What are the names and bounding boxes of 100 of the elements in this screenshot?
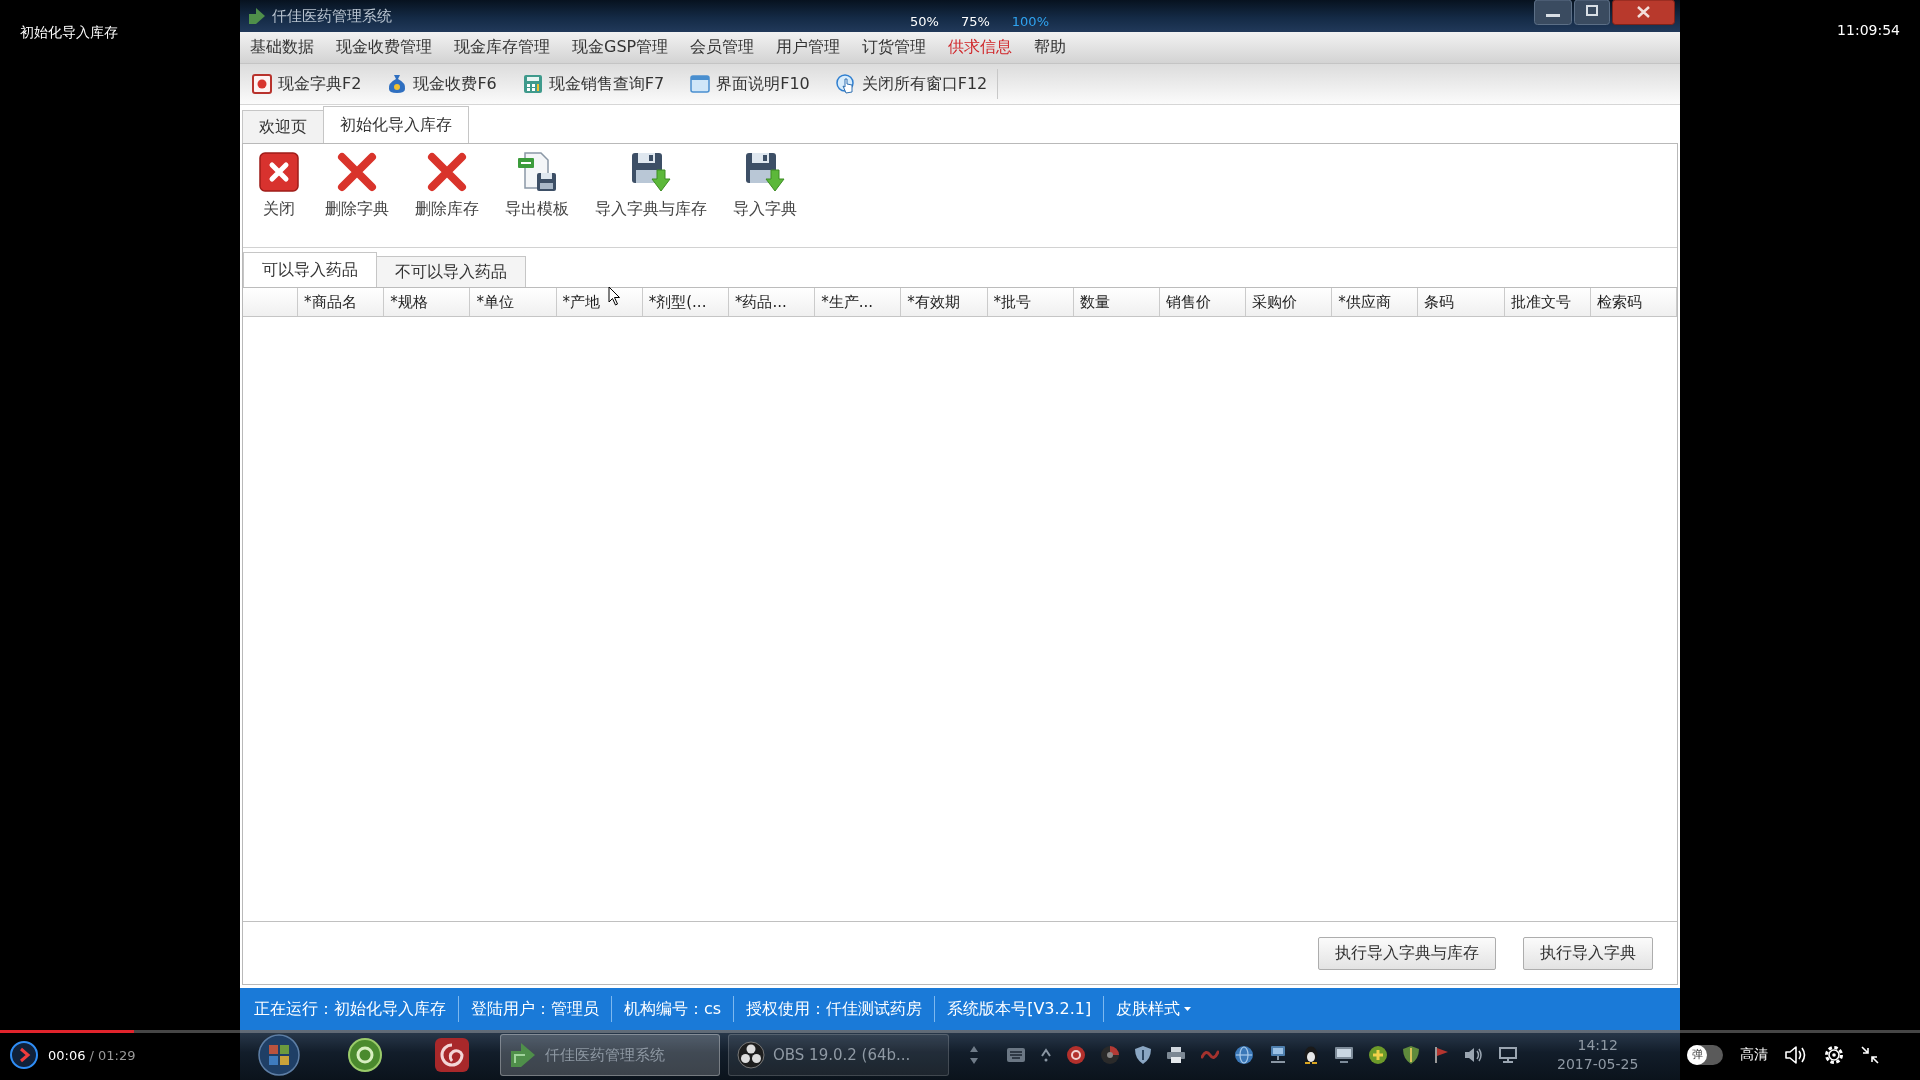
taskbar-date: 2017-05-25 (1557, 1055, 1639, 1074)
menu-item[interactable]: 会员管理 (690, 37, 755, 58)
column-header[interactable]: *批号 (987, 288, 1074, 316)
menu-item[interactable]: 帮助 (1034, 37, 1067, 58)
menu-item[interactable]: 基础数据 (250, 37, 314, 58)
window-title: 仟佳医药管理系统 (272, 6, 392, 26)
toolbar-button[interactable]: 现金收费F6 (387, 73, 497, 95)
flag-icon[interactable] (1435, 1047, 1449, 1063)
column-header[interactable]: *规格 (384, 288, 471, 316)
column-header[interactable]: *单位 (470, 288, 557, 316)
calculator-icon (522, 74, 543, 94)
progress-track[interactable] (0, 1030, 1920, 1033)
globe-icon[interactable] (348, 1038, 382, 1072)
action-button[interactable]: 执行导入字典 (1523, 936, 1653, 970)
swirl-icon[interactable] (435, 1038, 469, 1072)
column-header[interactable]: 检索码 (1590, 288, 1677, 316)
floppy-arrow-icon (631, 152, 671, 192)
taskbar-time: 14:12 (1577, 1036, 1618, 1055)
tab[interactable]: 不可以导入药品 (376, 256, 526, 287)
menu-item[interactable]: 现金收费管理 (336, 37, 432, 58)
column-header[interactable]: *有效期 (901, 288, 988, 316)
status-text: 登陆用户：管理员 (470, 998, 600, 1020)
danmaku-toggle[interactable]: 弹 (1687, 1045, 1723, 1065)
start-icon[interactable] (258, 1034, 300, 1076)
video-title: 初始化导入库存 (20, 24, 118, 40)
menu-item[interactable]: 现金GSP管理 (572, 37, 669, 58)
toolbar-button[interactable]: 界面说明F10 (690, 73, 810, 95)
network-icon[interactable] (1269, 1046, 1287, 1064)
settings-icon[interactable] (1824, 1045, 1844, 1065)
column-header[interactable]: 数量 (1073, 288, 1160, 316)
column-header[interactable]: *剂型(... (642, 288, 729, 316)
exit-fullscreen-icon[interactable] (1861, 1046, 1879, 1064)
column-header[interactable]: 采购价 (1246, 288, 1333, 316)
wave-icon[interactable] (1201, 1049, 1219, 1061)
monitor-icon[interactable] (1499, 1047, 1517, 1063)
toolbar-button[interactable]: 现金销售查询F7 (522, 73, 665, 95)
column-header[interactable]: *商品名 (298, 288, 385, 316)
close-icon[interactable] (1612, 0, 1675, 25)
scale-option[interactable]: 75% (960, 14, 990, 30)
cross-icon (427, 152, 467, 192)
minimize-icon[interactable] (1534, 0, 1572, 25)
volume-icon[interactable] (1785, 1045, 1807, 1065)
app-icon (248, 7, 266, 25)
tab[interactable]: 初始化导入库存 (323, 106, 469, 143)
toolbar-button[interactable]: 导入字典 (725, 152, 805, 220)
toolbar-button[interactable]: 删除库存 (407, 152, 487, 220)
cursor-icon (608, 286, 621, 306)
column-header[interactable]: *药品... (728, 288, 816, 316)
three-circles-icon (737, 1041, 765, 1069)
chevron-icon[interactable] (1041, 1048, 1051, 1062)
column-header[interactable]: 销售价 (1159, 288, 1247, 316)
shield-icon[interactable] (1403, 1046, 1419, 1064)
action-button[interactable]: 执行导入字典与库存 (1318, 936, 1496, 970)
tab[interactable]: 欢迎页 (242, 110, 324, 143)
money-bag-icon (387, 74, 408, 94)
toolbar-button[interactable]: 现金字典F2 (252, 73, 362, 95)
globe-icon[interactable] (1235, 1046, 1253, 1064)
status-text: 系统版本号[V3.2.1] (946, 998, 1093, 1020)
column-header[interactable]: *供应商 (1332, 288, 1419, 316)
penguin-icon[interactable] (1303, 1046, 1319, 1064)
menu-item[interactable]: 供求信息 (948, 37, 1013, 58)
skin-menu[interactable]: 皮肤样式 (1114, 998, 1194, 1020)
shield-icon[interactable] (1135, 1046, 1151, 1064)
menu-item[interactable]: 现金库存管理 (454, 37, 550, 58)
toolbar-button[interactable]: 删除字典 (317, 152, 397, 220)
document-floppy-icon (517, 152, 557, 192)
tab[interactable]: 可以导入药品 (243, 252, 377, 287)
scale-option[interactable]: 100% (1011, 14, 1049, 30)
taskbar-button[interactable]: OBS 19.0.2 (64b... (728, 1034, 949, 1076)
toolbar-button[interactable]: 关闭 (251, 152, 307, 220)
clock-time: 11:09:54 (1837, 22, 1900, 38)
status-text: 机构编号：cs (623, 998, 723, 1020)
status-text: 正在运行：初始化导入库存 (253, 998, 447, 1020)
total-duration: / 01:29 (89, 1047, 136, 1063)
plus-icon[interactable] (1369, 1046, 1387, 1064)
scale-option[interactable]: 50% (910, 14, 939, 30)
maximize-icon[interactable] (1574, 0, 1610, 25)
column-header[interactable]: 批准文号 (1504, 288, 1591, 316)
toolbar-button[interactable]: 导入字典与库存 (587, 152, 715, 220)
elapsed-time: 00:06 (48, 1047, 86, 1063)
keyboard-icon[interactable] (1007, 1048, 1025, 1062)
document-icon (252, 74, 272, 94)
column-header[interactable]: *生产... (815, 288, 902, 316)
menu-item[interactable]: 订货管理 (862, 37, 927, 58)
toolbar-button[interactable]: 导出模板 (497, 152, 577, 220)
close-icon (259, 152, 299, 192)
floppy-arrow-icon (745, 152, 785, 192)
hand-pointer-icon (835, 74, 856, 94)
target-icon[interactable] (1067, 1046, 1085, 1064)
window-icon (690, 74, 711, 94)
play-icon[interactable] (10, 1041, 38, 1069)
speaker-icon[interactable] (1465, 1047, 1483, 1063)
toolbar-button[interactable]: 关闭所有窗口F12 (835, 73, 988, 95)
quality-button[interactable]: 高清 (1740, 1046, 1768, 1064)
monitor-icon[interactable] (1335, 1047, 1353, 1063)
printer-icon[interactable] (1167, 1047, 1185, 1063)
column-header[interactable]: 条码 (1418, 288, 1505, 316)
cross-icon (337, 152, 377, 192)
menu-item[interactable]: 用户管理 (776, 37, 841, 58)
disc-icon[interactable] (1101, 1046, 1119, 1064)
